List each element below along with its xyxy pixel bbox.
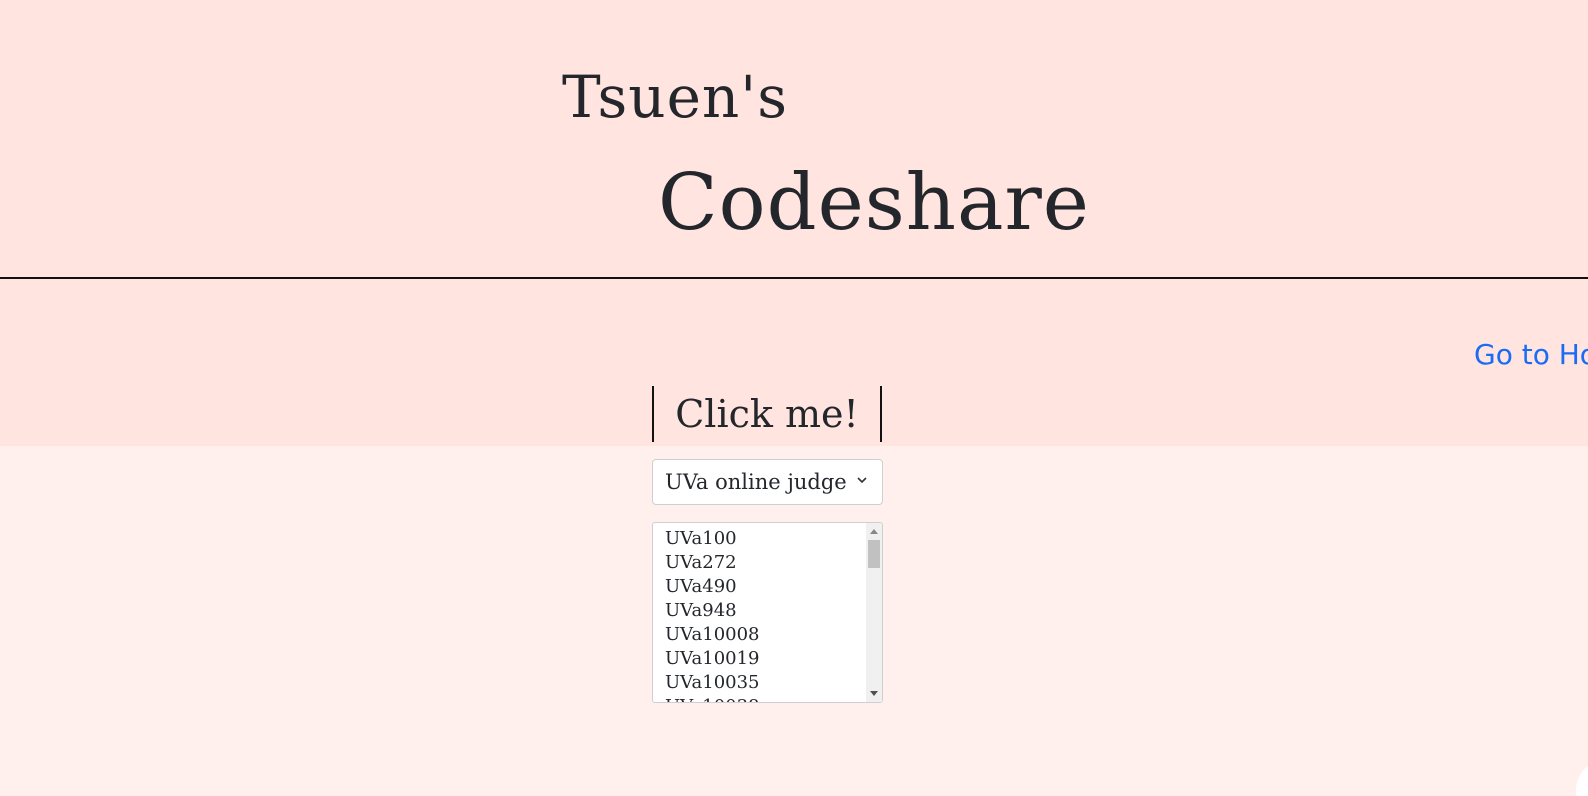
list-item[interactable]: UVa10035: [665, 671, 882, 695]
list-item[interactable]: UVa490: [665, 575, 882, 599]
chevron-down-icon: [857, 477, 867, 484]
list-item[interactable]: UVa272: [665, 551, 882, 575]
scroll-down-arrow-icon[interactable]: [870, 691, 878, 696]
judge-select-value: UVa online judge: [665, 470, 847, 494]
list-item[interactable]: UVa948: [665, 599, 882, 623]
site-title-small: Tsuen's: [562, 63, 788, 131]
problem-list: UVa100 UVa272 UVa490 UVa948 UVa10008 UVa…: [653, 523, 882, 702]
site-title-big: Codeshare: [658, 158, 1090, 248]
list-item[interactable]: UVa10008: [665, 623, 882, 647]
judge-select[interactable]: UVa online judge: [652, 459, 883, 505]
list-item[interactable]: UVa100: [665, 527, 882, 551]
scroll-thumb[interactable]: [868, 540, 880, 568]
header-divider: [0, 277, 1588, 279]
list-item[interactable]: UVa10019: [665, 647, 882, 671]
corner-decoration: [1576, 760, 1588, 796]
problem-listbox[interactable]: UVa100 UVa272 UVa490 UVa948 UVa10008 UVa…: [652, 522, 883, 703]
scroll-up-arrow-icon[interactable]: [870, 529, 878, 534]
page: Tsuen's Codeshare Go to Ho Click me! UVa…: [0, 0, 1588, 796]
listbox-scrollbar[interactable]: [866, 523, 882, 702]
click-me-button[interactable]: Click me!: [652, 386, 882, 442]
list-item[interactable]: UVa10038: [665, 695, 882, 702]
go-to-home-link[interactable]: Go to Ho: [1474, 338, 1588, 371]
